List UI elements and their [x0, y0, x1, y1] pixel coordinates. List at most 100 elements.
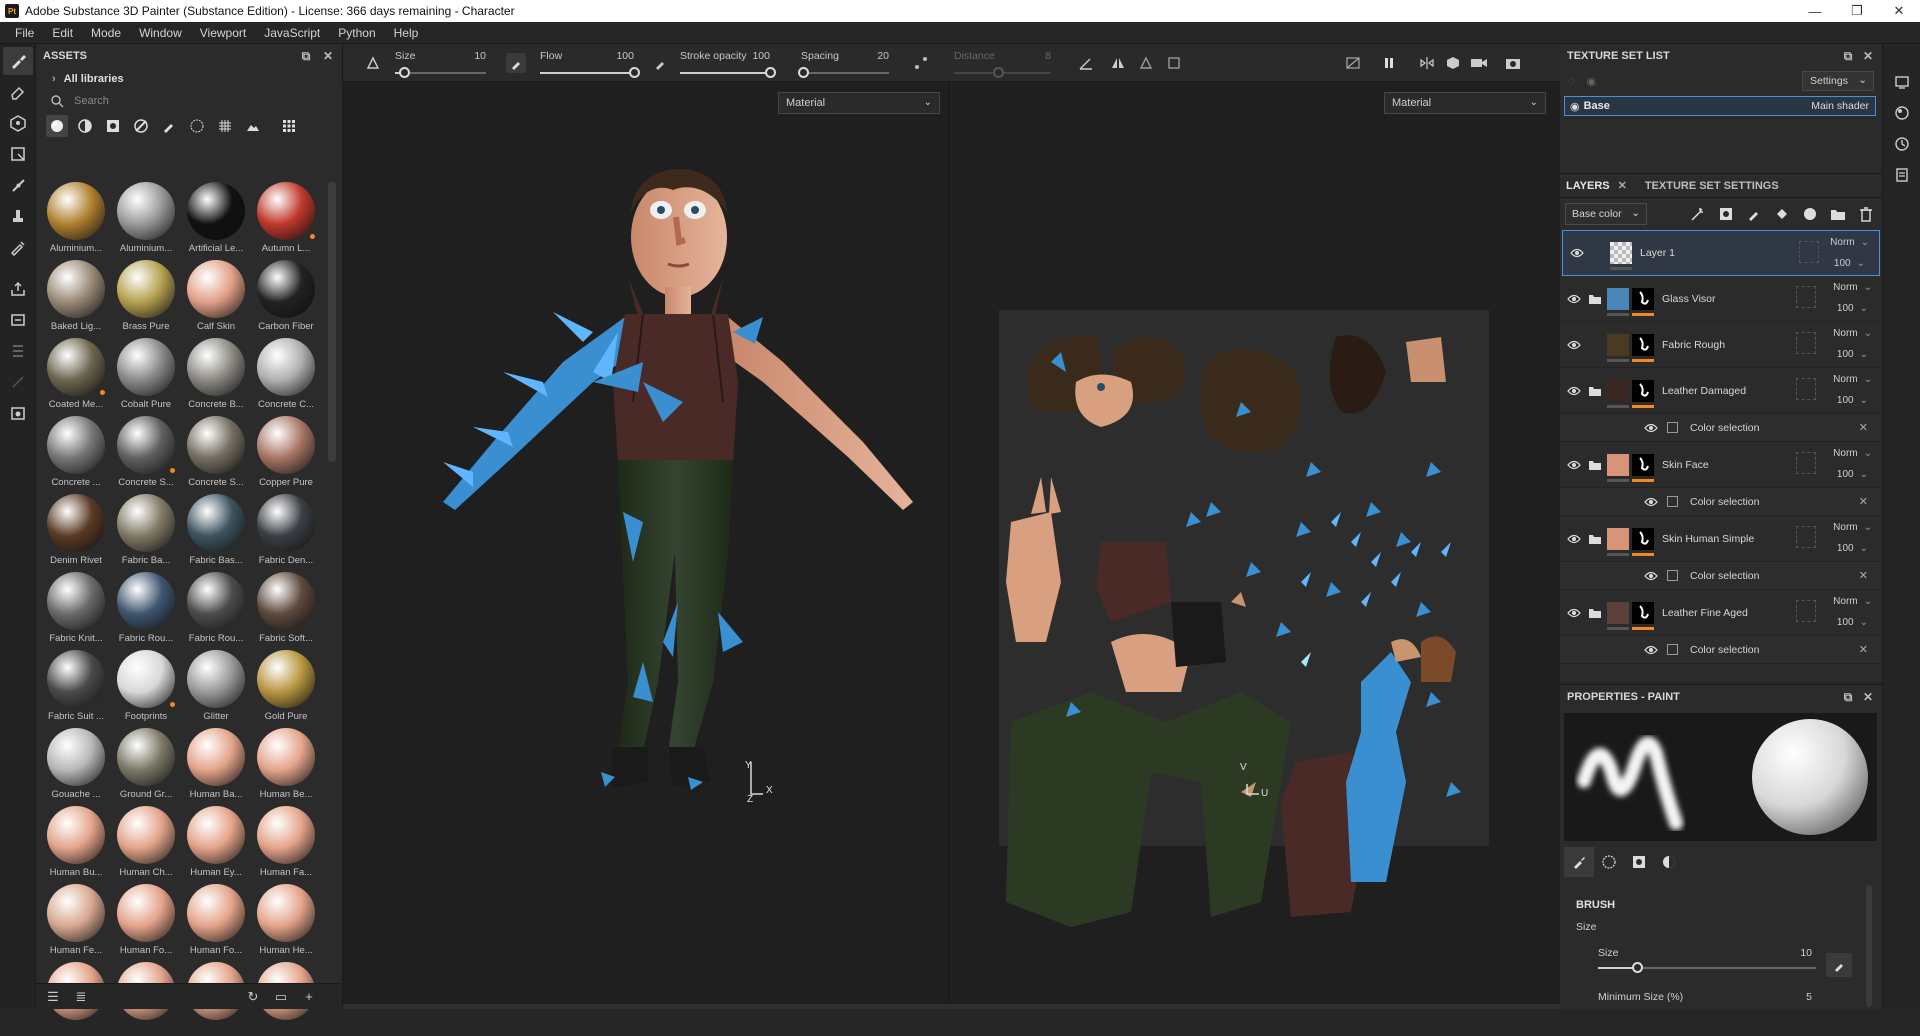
screenshot-icon[interactable]: [3, 399, 33, 427]
assets-scrollbar[interactable]: [328, 182, 336, 462]
layer-opacity-select[interactable]: 100: [1837, 349, 1868, 360]
lazy-mouse-icon[interactable]: [911, 53, 931, 73]
library-selector[interactable]: › All libraries: [36, 68, 342, 90]
mask-effect-row[interactable]: Color selection ✕: [1560, 562, 1882, 590]
asset-tile[interactable]: Human Fa...: [252, 806, 320, 880]
camera-video-icon[interactable]: [1469, 53, 1489, 73]
layer-row[interactable]: Leather Fine Aged Norm 100: [1560, 590, 1882, 636]
smart-materials-filter-icon[interactable]: [74, 115, 96, 137]
texture-set-settings-dropdown[interactable]: Settings ⌄: [1802, 71, 1874, 91]
menu-javascript[interactable]: JavaScript: [255, 26, 329, 40]
blend-mode-select[interactable]: Norm: [1833, 448, 1872, 459]
delete-layer-icon[interactable]: [1856, 205, 1876, 223]
float-panel-icon[interactable]: ⧉: [300, 49, 312, 63]
close-tab-icon[interactable]: ✕: [1618, 179, 1627, 192]
viewport-scrollbar[interactable]: [343, 1004, 1560, 1009]
eye-icon[interactable]: [1643, 423, 1659, 433]
tab-texture-set-settings[interactable]: TEXTURE SET SETTINGS: [1639, 174, 1785, 198]
close-panel-icon[interactable]: ✕: [1862, 690, 1874, 704]
layer-row[interactable]: Leather Damaged Norm 100: [1560, 368, 1882, 414]
spacing-knob[interactable]: [797, 67, 809, 78]
mask-effect-row[interactable]: Color selection ✕: [1560, 636, 1882, 664]
textures-filter-icon[interactable]: [186, 115, 208, 137]
visibility-icon[interactable]: ◉: [1587, 75, 1597, 88]
asset-tile[interactable]: Autumn L...: [252, 182, 320, 256]
distance-knob[interactable]: [992, 67, 1004, 78]
menu-edit[interactable]: Edit: [43, 26, 82, 40]
environments-filter-icon[interactable]: [242, 115, 264, 137]
layer-mask-thumbnail[interactable]: [1632, 601, 1654, 630]
layer-opacity-select[interactable]: 100: [1837, 395, 1868, 406]
effect-checkbox[interactable]: [1667, 422, 1678, 433]
asset-tile[interactable]: Concrete B...: [182, 338, 250, 412]
history-icon[interactable]: [1886, 130, 1918, 158]
effect-checkbox[interactable]: [1667, 496, 1678, 507]
asset-tile[interactable]: Human Ch...: [112, 806, 180, 880]
radial-symmetry-icon[interactable]: [1136, 53, 1156, 73]
asset-tile[interactable]: Fabric Bas...: [182, 494, 250, 568]
brush-tab-icon[interactable]: [1564, 847, 1594, 877]
add-paint-layer-icon[interactable]: [1744, 205, 1764, 223]
float-panel-icon[interactable]: ⧉: [1842, 49, 1854, 63]
menu-viewport[interactable]: Viewport: [191, 26, 255, 40]
flow-slider[interactable]: Flow 100: [540, 48, 640, 78]
asset-tile[interactable]: Human He...: [252, 884, 320, 958]
menu-mode[interactable]: Mode: [82, 26, 130, 40]
asset-tile[interactable]: Human Fo...: [112, 884, 180, 958]
asset-tile[interactable]: Denim Rivet: [42, 494, 110, 568]
camera-snapshot-icon[interactable]: [1503, 53, 1523, 73]
asset-tile[interactable]: Copper Pure: [252, 416, 320, 490]
asset-tile[interactable]: Human Fo...: [182, 884, 250, 958]
close-panel-icon[interactable]: ✕: [322, 49, 334, 63]
brush-size-slider[interactable]: Size 10: [395, 48, 486, 78]
brushes-filter-icon[interactable]: [158, 115, 180, 137]
bake-icon[interactable]: [3, 306, 33, 334]
eye-icon[interactable]: [1565, 534, 1583, 544]
layer-opacity-select[interactable]: 100: [1834, 258, 1865, 269]
material-tab-icon[interactable]: [1594, 847, 1624, 877]
symmetry-tool-icon[interactable]: [363, 53, 383, 73]
asset-tile[interactable]: Coated Me...: [42, 338, 110, 412]
size-knob[interactable]: [399, 67, 411, 78]
eraser-tool-icon[interactable]: [3, 78, 33, 106]
asset-tile[interactable]: Human Ey...: [182, 806, 250, 880]
asset-tile[interactable]: Baked Lig...: [42, 260, 110, 334]
asset-tile[interactable]: Fabric Rou...: [112, 572, 180, 646]
uv-texture-map[interactable]: [951, 82, 1560, 1002]
brush-size-knob[interactable]: [1632, 962, 1644, 973]
close-panel-icon[interactable]: ✕: [1862, 49, 1874, 63]
blend-mode-select[interactable]: Norm: [1830, 237, 1869, 248]
add-smart-material-icon[interactable]: [1800, 205, 1820, 223]
log-icon[interactable]: [1886, 161, 1918, 189]
viewport-3d[interactable]: Material ⌄ Y X Z: [343, 82, 950, 1004]
add-folder-icon[interactable]: [1828, 205, 1848, 223]
asset-tile[interactable]: Fabric Rou...: [182, 572, 250, 646]
add-icon[interactable]: +: [298, 986, 320, 1008]
remove-effect-icon[interactable]: ✕: [1859, 495, 1868, 508]
menu-file[interactable]: File: [6, 26, 43, 40]
viewport-2d[interactable]: Material ⌄ V U: [951, 82, 1560, 1004]
eye-icon[interactable]: [1565, 386, 1583, 396]
layer-opacity-select[interactable]: 100: [1837, 303, 1868, 314]
spacing-slider[interactable]: Spacing 20: [797, 48, 889, 78]
close-window-button[interactable]: ✕: [1878, 0, 1920, 22]
asset-tile[interactable]: Cobalt Pure: [112, 338, 180, 412]
iray-icon[interactable]: [3, 337, 33, 365]
stroke-opacity-slider[interactable]: Stroke opacity 100: [680, 48, 776, 78]
mirror-symmetry-icon[interactable]: [1108, 53, 1128, 73]
color-picker-tool-icon[interactable]: [3, 233, 33, 261]
list-view-icon[interactable]: ☰: [42, 986, 64, 1008]
asset-tile[interactable]: Aluminium...: [112, 182, 180, 256]
refresh-icon[interactable]: ↻: [242, 986, 264, 1008]
blend-mode-select[interactable]: Norm: [1833, 328, 1872, 339]
layer-mask-thumbnail[interactable]: [1632, 527, 1654, 556]
asset-tile[interactable]: Calf Skin: [182, 260, 250, 334]
assets-search[interactable]: Search: [36, 90, 342, 112]
mask-effect-row[interactable]: Color selection ✕: [1560, 414, 1882, 442]
effect-checkbox[interactable]: [1667, 570, 1678, 581]
masks-filter-icon[interactable]: [102, 115, 124, 137]
properties-scrollbar[interactable]: [1866, 885, 1872, 1007]
brush-size-property-slider[interactable]: Size 10: [1598, 947, 1816, 973]
menu-help[interactable]: Help: [385, 26, 428, 40]
minimum-size-row[interactable]: Minimum Size (%) 5: [1598, 991, 1816, 1003]
